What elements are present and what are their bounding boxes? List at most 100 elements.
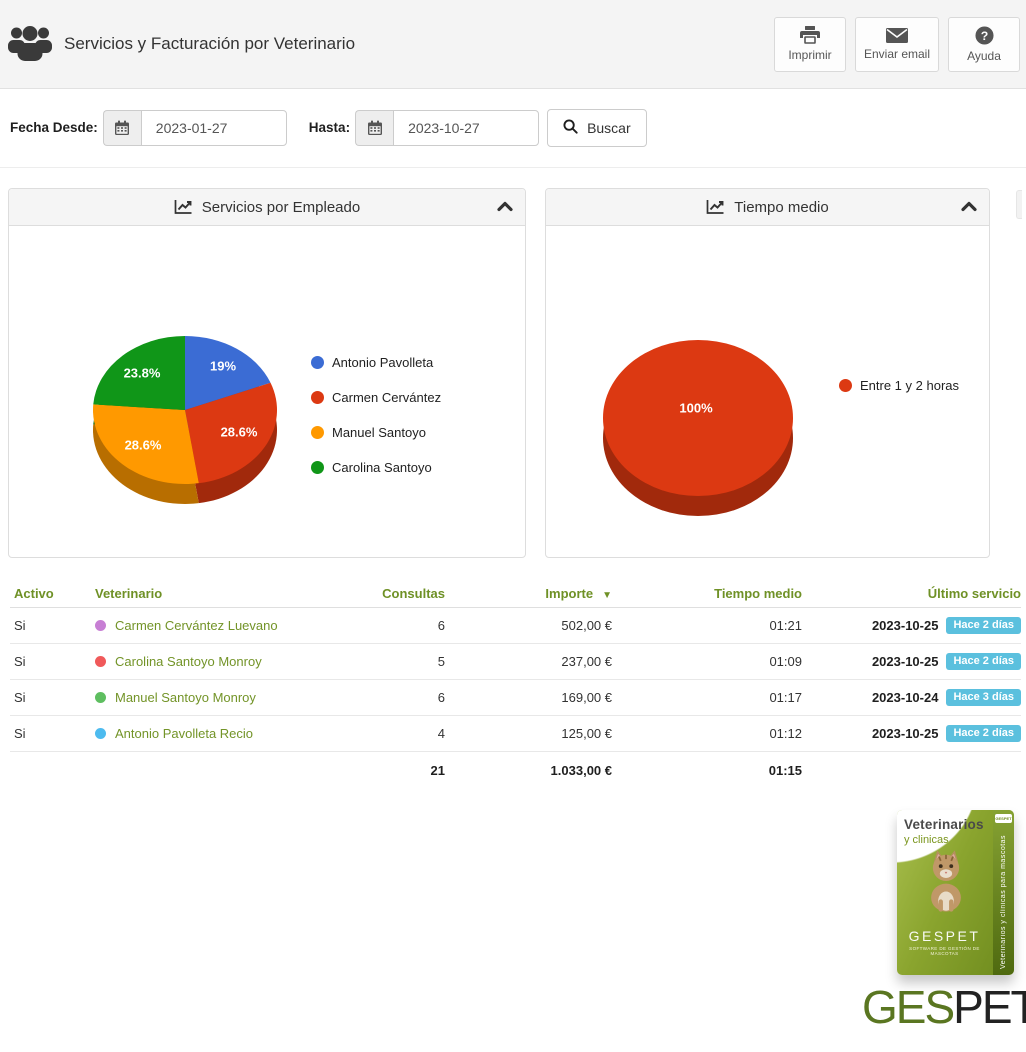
importe-cell: 237,00 €: [445, 654, 612, 669]
chart-line-icon: [706, 199, 725, 215]
ultimo-servicio-cell: 2023-10-25 Hace 2 días: [802, 617, 1021, 634]
table-row: Si Carolina Santoyo Monroy 5 237,00 € 01…: [10, 644, 1021, 680]
col-header-importe[interactable]: Importe ▼: [445, 586, 612, 601]
total-consultas: 21: [335, 763, 445, 778]
veterinarian-color-dot: [95, 692, 106, 703]
activo-cell: Si: [10, 654, 91, 669]
legend-label: Carmen Cervántez: [332, 390, 441, 405]
col-header-activo[interactable]: Activo: [10, 586, 91, 601]
calendar-icon[interactable]: [103, 110, 141, 146]
box-tagline: SOFTWARE DE GESTIÓN DE MASCOTAS: [897, 946, 992, 956]
collapse-caret-icon[interactable]: [961, 199, 977, 217]
print-button[interactable]: Imprimir: [774, 17, 846, 72]
panel-title: Servicios por Empleado: [202, 199, 360, 216]
pie-slice-label: 100%: [679, 401, 712, 416]
help-button-label: Ayuda: [967, 49, 1001, 63]
veterinario-cell: Manuel Santoyo Monroy: [91, 690, 335, 705]
col-header-tiempo-medio[interactable]: Tiempo medio: [612, 586, 802, 601]
table-totals-row: 21 1.033,00 € 01:15: [10, 752, 1021, 788]
kitten-image: [918, 848, 974, 919]
veterinarian-link[interactable]: Antonio Pavolleta Recio: [115, 726, 253, 741]
veterinario-cell: Carolina Santoyo Monroy: [91, 654, 335, 669]
box-title: Veterinarios: [904, 817, 984, 832]
clipped-panel-edge: [1016, 190, 1022, 219]
legend-item: Antonio Pavolleta: [311, 355, 441, 369]
activo-cell: Si: [10, 726, 91, 741]
veterinarian-link[interactable]: Manuel Santoyo Monroy: [115, 690, 256, 705]
search-button[interactable]: Buscar: [547, 109, 647, 147]
legend-label: Manuel Santoyo: [332, 425, 426, 440]
legend-item: Manuel Santoyo: [311, 425, 441, 439]
send-email-button-label: Enviar email: [864, 47, 930, 61]
col-header-importe-label: Importe: [545, 586, 593, 601]
legend-label: Carolina Santoyo: [332, 460, 432, 475]
consultas-cell: 5: [335, 654, 445, 669]
legend-label: Antonio Pavolleta: [332, 355, 433, 370]
calendar-icon[interactable]: [355, 110, 393, 146]
veterinario-cell: Carmen Cervántez Luevano: [91, 618, 335, 633]
question-circle-icon: ?: [975, 26, 994, 45]
importe-cell: 169,00 €: [445, 690, 612, 705]
panel-tiempo-header[interactable]: Tiempo medio: [546, 189, 989, 226]
legend-item: Carmen Cervántez: [311, 390, 441, 404]
title-wrap: Servicios y Facturación por Veterinario: [8, 24, 355, 64]
search-icon: [563, 119, 578, 137]
date-to-group: [355, 110, 539, 146]
days-ago-badge: Hace 2 días: [946, 725, 1021, 742]
send-email-button[interactable]: Enviar email: [855, 17, 939, 72]
total-importe: 1.033,00 €: [445, 763, 612, 778]
date-from-input[interactable]: [141, 110, 287, 146]
topbar: Servicios y Facturación por Veterinario …: [0, 0, 1026, 89]
legend-dot: [311, 356, 324, 369]
tiempo-medio-cell: 01:17: [612, 690, 802, 705]
ultimo-servicio-cell: 2023-10-24 Hace 3 días: [802, 689, 1021, 706]
panel-tiempo-medio: Tiempo medio 100% Entre 1 y 2 horas: [545, 188, 990, 558]
collapse-caret-icon[interactable]: [497, 199, 513, 217]
last-service-date: 2023-10-24: [872, 690, 939, 705]
services-chart-area: 19% 28.6% 28.6% 23.8% Antonio Pavolleta …: [9, 226, 525, 557]
time-pie-chart: [583, 318, 813, 523]
tiempo-medio-cell: 01:12: [612, 726, 802, 741]
sort-desc-icon: ▼: [602, 590, 612, 601]
box-spine: GESPET Veterinarios y clínicas para masc…: [993, 810, 1014, 975]
veterinarian-color-dot: [95, 728, 106, 739]
consultas-cell: 6: [335, 618, 445, 633]
consultas-cell: 4: [335, 726, 445, 741]
date-to-label: Hasta:: [309, 120, 350, 135]
chart-line-icon: [174, 199, 193, 215]
veterinarian-link[interactable]: Carmen Cervántez Luevano: [115, 618, 278, 633]
envelope-icon: [886, 28, 908, 43]
legend-dot: [839, 379, 852, 392]
last-service-date: 2023-10-25: [872, 726, 939, 741]
printer-icon: [800, 26, 820, 44]
page: Servicios y Facturación por Veterinario …: [0, 0, 1026, 1052]
veterinarian-link[interactable]: Carolina Santoyo Monroy: [115, 654, 262, 669]
spine-brand: GESPET: [995, 814, 1012, 823]
filters-bar: Fecha Desde: Hasta:: [0, 88, 1026, 168]
panel-servicios-header[interactable]: Servicios por Empleado: [9, 189, 525, 226]
pie-slice-label: 23.8%: [124, 366, 161, 381]
veterinarian-color-dot: [95, 656, 106, 667]
date-to-input[interactable]: [393, 110, 539, 146]
col-header-consultas[interactable]: Consultas: [335, 586, 445, 601]
consultas-cell: 6: [335, 690, 445, 705]
search-button-label: Buscar: [587, 120, 631, 136]
veterinarian-color-dot: [95, 620, 106, 631]
gespet-logo: GESPET: [862, 984, 1026, 1030]
table-header-row: Activo Veterinario Consultas Importe ▼ Ti…: [10, 580, 1021, 608]
legend-label: Entre 1 y 2 horas: [860, 378, 959, 393]
topbar-buttons: Imprimir Enviar email ? A: [774, 17, 1020, 72]
col-header-ultimo-servicio[interactable]: Último servicio: [802, 586, 1021, 601]
gespet-logo-ges: GES: [862, 981, 953, 1033]
pie-slice-label: 28.6%: [221, 425, 258, 440]
help-button[interactable]: ? Ayuda: [948, 17, 1020, 72]
activo-cell: Si: [10, 618, 91, 633]
time-legend: Entre 1 y 2 horas: [839, 378, 959, 392]
gespet-logo-pet: PET: [953, 981, 1026, 1033]
col-header-veterinario[interactable]: Veterinario: [91, 586, 335, 601]
last-service-date: 2023-10-25: [872, 618, 939, 633]
table-row: Si Antonio Pavolleta Recio 4 125,00 € 01…: [10, 716, 1021, 752]
days-ago-badge: Hace 2 días: [946, 653, 1021, 670]
pie-slice-label: 28.6%: [125, 438, 162, 453]
table-row: Si Manuel Santoyo Monroy 6 169,00 € 01:1…: [10, 680, 1021, 716]
